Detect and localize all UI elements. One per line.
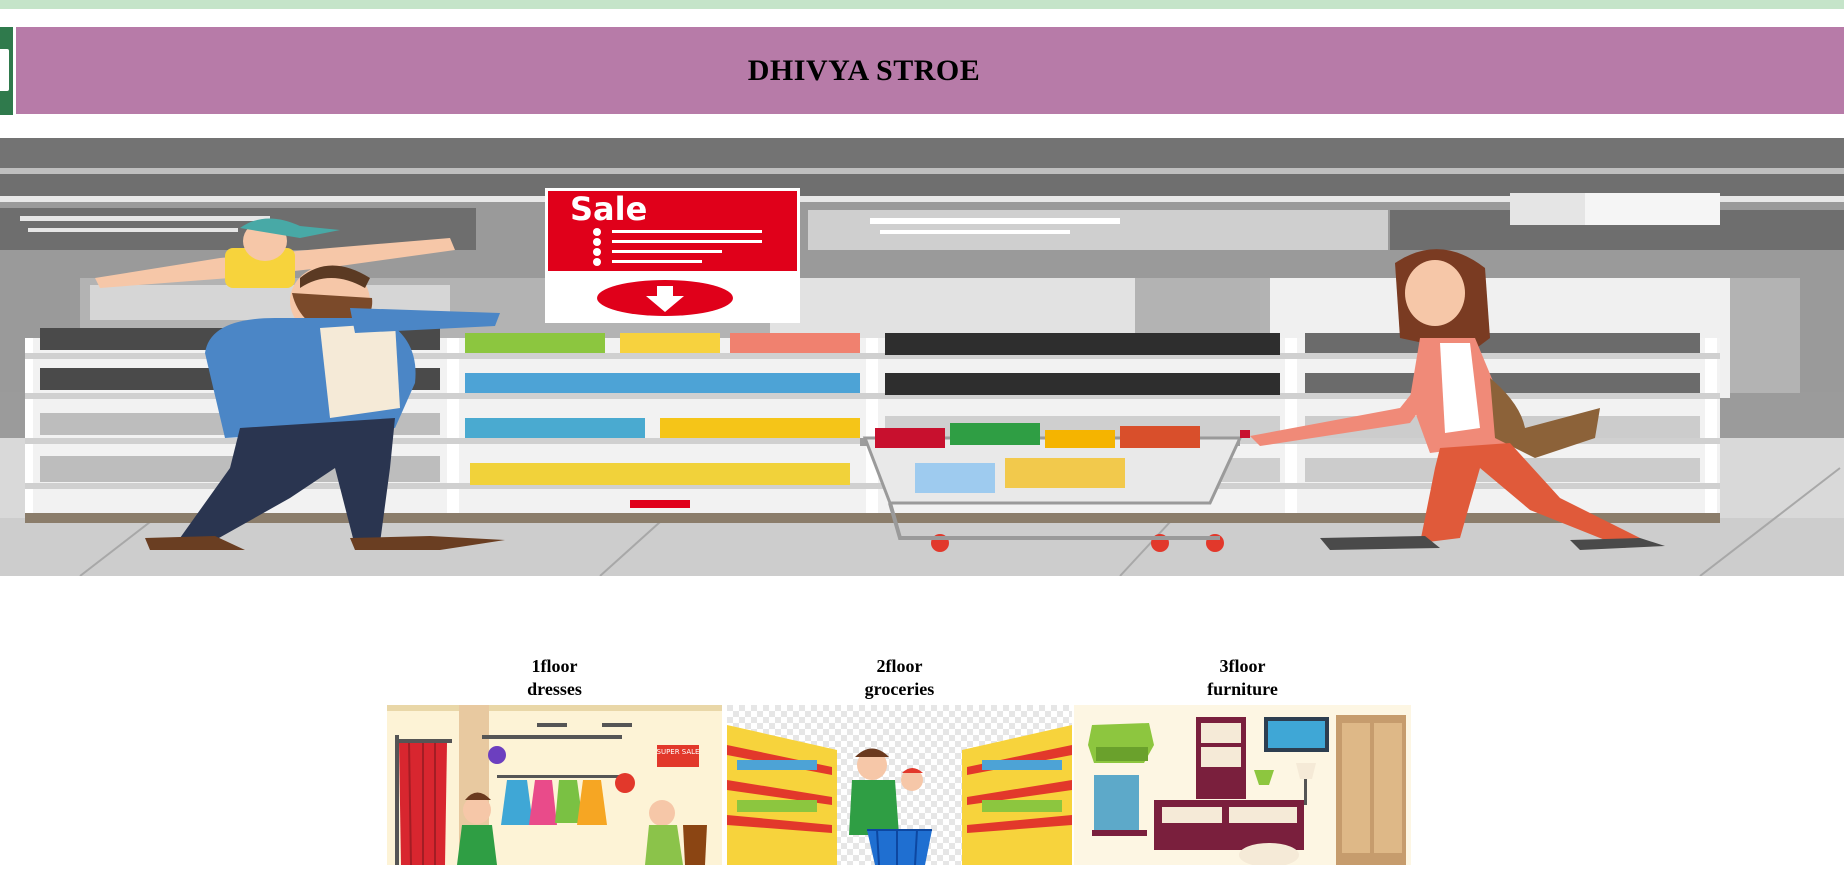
floor-level-label: 2floor <box>876 656 923 676</box>
supermarket-illustration: Sale <box>0 138 1844 576</box>
top-strip <box>0 0 1844 9</box>
floor-caption: 1floor dresses <box>527 655 582 701</box>
floor-card-furniture: 3floor furniture <box>1074 655 1411 870</box>
store-header: DHIVYA STROE <box>16 27 1844 114</box>
sale-sign-label: Sale <box>570 190 647 228</box>
floor-category-label: groceries <box>864 679 935 699</box>
sale-sign: Sale <box>545 188 800 323</box>
floor-caption: 3floor furniture <box>1207 655 1278 701</box>
floor-caption: 2floor groceries <box>865 655 935 701</box>
dresses-thumbnail-image: SUPER SALE <box>387 705 722 870</box>
super-sale-sign: SUPER SALE <box>657 748 700 756</box>
floor-card-groceries: 2floor groceries <box>727 655 1072 870</box>
floor-category-label: dresses <box>527 679 582 699</box>
groceries-thumbnail-image <box>727 705 1072 870</box>
store-title: DHIVYA STROE <box>747 53 981 87</box>
hero-banner-image: Sale <box>0 138 1844 576</box>
floor-level-label: 3floor <box>1219 656 1266 676</box>
furniture-thumbnail-image <box>1074 705 1411 870</box>
side-tab-handle[interactable] <box>0 49 9 91</box>
floor-card-dresses: 1floor dresses SUPER SALE <box>387 655 722 870</box>
floor-level-label: 1floor <box>531 656 578 676</box>
floor-category-label: furniture <box>1207 679 1278 699</box>
side-tab[interactable] <box>0 27 13 115</box>
